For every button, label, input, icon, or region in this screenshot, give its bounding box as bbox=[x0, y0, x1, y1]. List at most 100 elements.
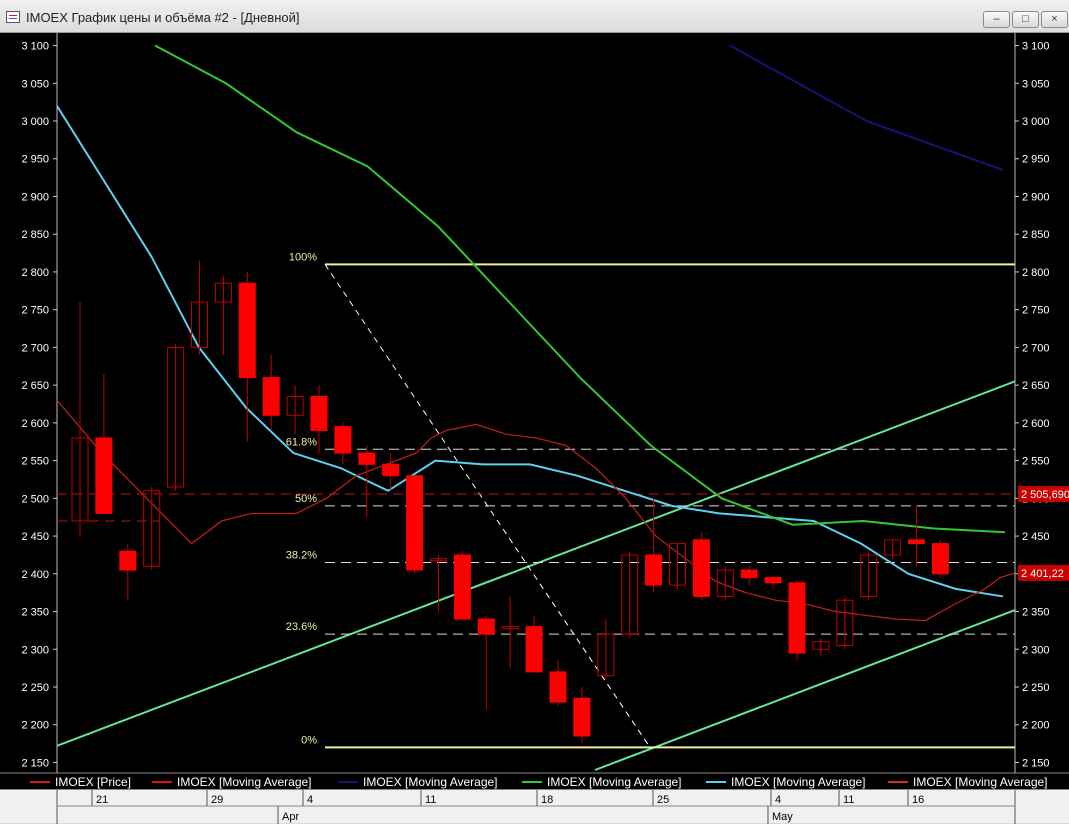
window-title: IMOEX График цены и объёма #2 - [Дневной… bbox=[26, 10, 300, 25]
date-axis-svg: 21 29 4 11 18 25 4 11 16 Apr May bbox=[56, 790, 1016, 824]
fib-level-label: 0% bbox=[301, 734, 317, 746]
candle-body bbox=[238, 282, 256, 379]
candle-body bbox=[119, 550, 137, 571]
legend-label: IMOEX [Moving Average] bbox=[363, 775, 498, 789]
candle-body bbox=[406, 475, 424, 571]
candle-body bbox=[692, 539, 710, 597]
x-tick-label: 18 bbox=[541, 794, 553, 806]
y-tick-label-left: 2 900 bbox=[21, 191, 49, 203]
candle-body bbox=[645, 554, 663, 586]
legend-label: IMOEX [Price] bbox=[55, 775, 131, 789]
y-tick-label-right: 2 150 bbox=[1022, 757, 1050, 769]
candle-body bbox=[525, 626, 543, 673]
month-label: May bbox=[772, 811, 793, 823]
candle-body bbox=[740, 569, 758, 579]
y-tick-label-left: 2 800 bbox=[21, 267, 49, 279]
y-tick-label-left: 2 200 bbox=[21, 720, 49, 732]
ma-cyan-line bbox=[56, 105, 1004, 598]
x-tick-label: 29 bbox=[211, 794, 223, 806]
y-tick-label-left: 2 700 bbox=[21, 342, 49, 354]
channel-upper-line bbox=[56, 380, 1016, 747]
month-label: Apr bbox=[282, 811, 299, 823]
candle-body bbox=[908, 539, 925, 545]
candle-body bbox=[573, 697, 591, 737]
y-tick-label-right: 2 650 bbox=[1022, 380, 1050, 392]
candle-body bbox=[382, 463, 400, 477]
ma-red-line bbox=[56, 399, 1016, 622]
price-chart[interactable]: 2 150 2 150 2 200 2 200 2 250 2 250 2 300 2 300… bbox=[0, 33, 1069, 823]
x-tick-label: 25 bbox=[657, 794, 669, 806]
candle-body bbox=[334, 426, 352, 454]
y-tick-label-left: 2 450 bbox=[21, 531, 49, 543]
price-label-text: 2 401,22 bbox=[1021, 568, 1064, 580]
y-tick-label-right: 2 800 bbox=[1022, 267, 1050, 279]
y-tick-label-right: 3 000 bbox=[1022, 116, 1050, 128]
x-tick-label: 11 bbox=[425, 794, 436, 806]
legend-label: IMOEX [Moving Average] bbox=[547, 775, 682, 789]
candle-body bbox=[95, 437, 113, 514]
title-bar[interactable]: IMOEX График цены и объёма #2 - [Дневной… bbox=[0, 0, 1069, 33]
y-tick-label-left: 2 550 bbox=[21, 456, 49, 468]
candle-body bbox=[788, 582, 806, 654]
chart-window-icon bbox=[6, 11, 20, 23]
y-tick-label-right: 3 100 bbox=[1022, 41, 1050, 53]
maximize-button[interactable]: □ bbox=[1012, 11, 1039, 28]
minimize-button[interactable]: – bbox=[983, 11, 1010, 28]
y-tick-label-left: 2 950 bbox=[21, 154, 49, 166]
y-tick-label-left: 2 350 bbox=[21, 607, 49, 619]
candle-body bbox=[931, 543, 949, 575]
x-tick-label: 4 bbox=[307, 794, 313, 806]
price-label-text: 2 505,690 bbox=[1021, 489, 1069, 501]
y-tick-label-right: 2 600 bbox=[1022, 418, 1050, 430]
chart-window: IMOEX График цены и объёма #2 - [Дневной… bbox=[0, 0, 1069, 824]
y-tick-label-right: 2 250 bbox=[1022, 682, 1050, 694]
close-button[interactable]: × bbox=[1041, 11, 1068, 28]
candle-body bbox=[262, 377, 280, 416]
x-tick-label: 11 bbox=[843, 794, 854, 806]
y-tick-label-left: 2 650 bbox=[21, 380, 49, 392]
candle-body bbox=[358, 452, 376, 465]
y-tick-label-right: 2 300 bbox=[1022, 644, 1050, 656]
candle-body bbox=[764, 577, 782, 584]
fib-level-label: 100% bbox=[289, 251, 317, 263]
chart-area[interactable]: 2 150 2 150 2 200 2 200 2 250 2 250 2 300 2 300… bbox=[0, 33, 1069, 823]
y-tick-label-right: 2 450 bbox=[1022, 531, 1050, 543]
y-tick-label-right: 2 550 bbox=[1022, 456, 1050, 468]
y-tick-label-left: 2 150 bbox=[21, 757, 49, 769]
y-tick-label-left: 3 000 bbox=[21, 116, 49, 128]
candle-body bbox=[477, 618, 495, 635]
fib-level-label: 38.2% bbox=[286, 549, 317, 561]
legend-label: IMOEX [Moving Average] bbox=[913, 775, 1048, 789]
y-tick-label-left: 2 500 bbox=[21, 493, 49, 505]
y-tick-label-left: 3 050 bbox=[21, 78, 49, 90]
y-tick-label-right: 3 050 bbox=[1022, 78, 1050, 90]
y-tick-label-right: 2 350 bbox=[1022, 607, 1050, 619]
fib-level-label: 23.6% bbox=[286, 621, 317, 633]
y-tick-label-left: 2 600 bbox=[21, 418, 49, 430]
y-tick-label-right: 2 700 bbox=[1022, 342, 1050, 354]
y-tick-label-left: 3 100 bbox=[21, 41, 49, 53]
y-tick-label-left: 2 750 bbox=[21, 305, 49, 317]
fib-level-label: 50% bbox=[295, 493, 317, 505]
y-tick-label-left: 2 300 bbox=[21, 644, 49, 656]
date-axis: 21 29 4 11 18 25 4 11 16 Apr May bbox=[0, 789, 1069, 824]
y-tick-label-left: 2 250 bbox=[21, 682, 49, 694]
y-tick-label-left: 2 850 bbox=[21, 229, 49, 241]
ma-green-line bbox=[154, 44, 1006, 534]
x-tick-label: 4 bbox=[775, 794, 781, 806]
y-tick-label-right: 2 950 bbox=[1022, 154, 1050, 166]
y-tick-label-right: 2 200 bbox=[1022, 720, 1050, 732]
legend-label: IMOEX [Moving Average] bbox=[731, 775, 866, 789]
y-tick-label-left: 2 400 bbox=[21, 569, 49, 581]
candle-body bbox=[310, 395, 328, 431]
x-tick-label: 16 bbox=[912, 794, 924, 806]
y-tick-label-right: 2 850 bbox=[1022, 229, 1050, 241]
x-tick-label: 21 bbox=[96, 794, 108, 806]
y-tick-label-right: 2 750 bbox=[1022, 305, 1050, 317]
y-tick-label-right: 2 900 bbox=[1022, 191, 1050, 203]
legend-label: IMOEX [Moving Average] bbox=[177, 775, 312, 789]
candle-body bbox=[453, 554, 471, 620]
fib-level-label: 61.8% bbox=[286, 436, 317, 448]
ma-blue-line bbox=[729, 44, 1004, 172]
candle-body bbox=[549, 671, 567, 703]
